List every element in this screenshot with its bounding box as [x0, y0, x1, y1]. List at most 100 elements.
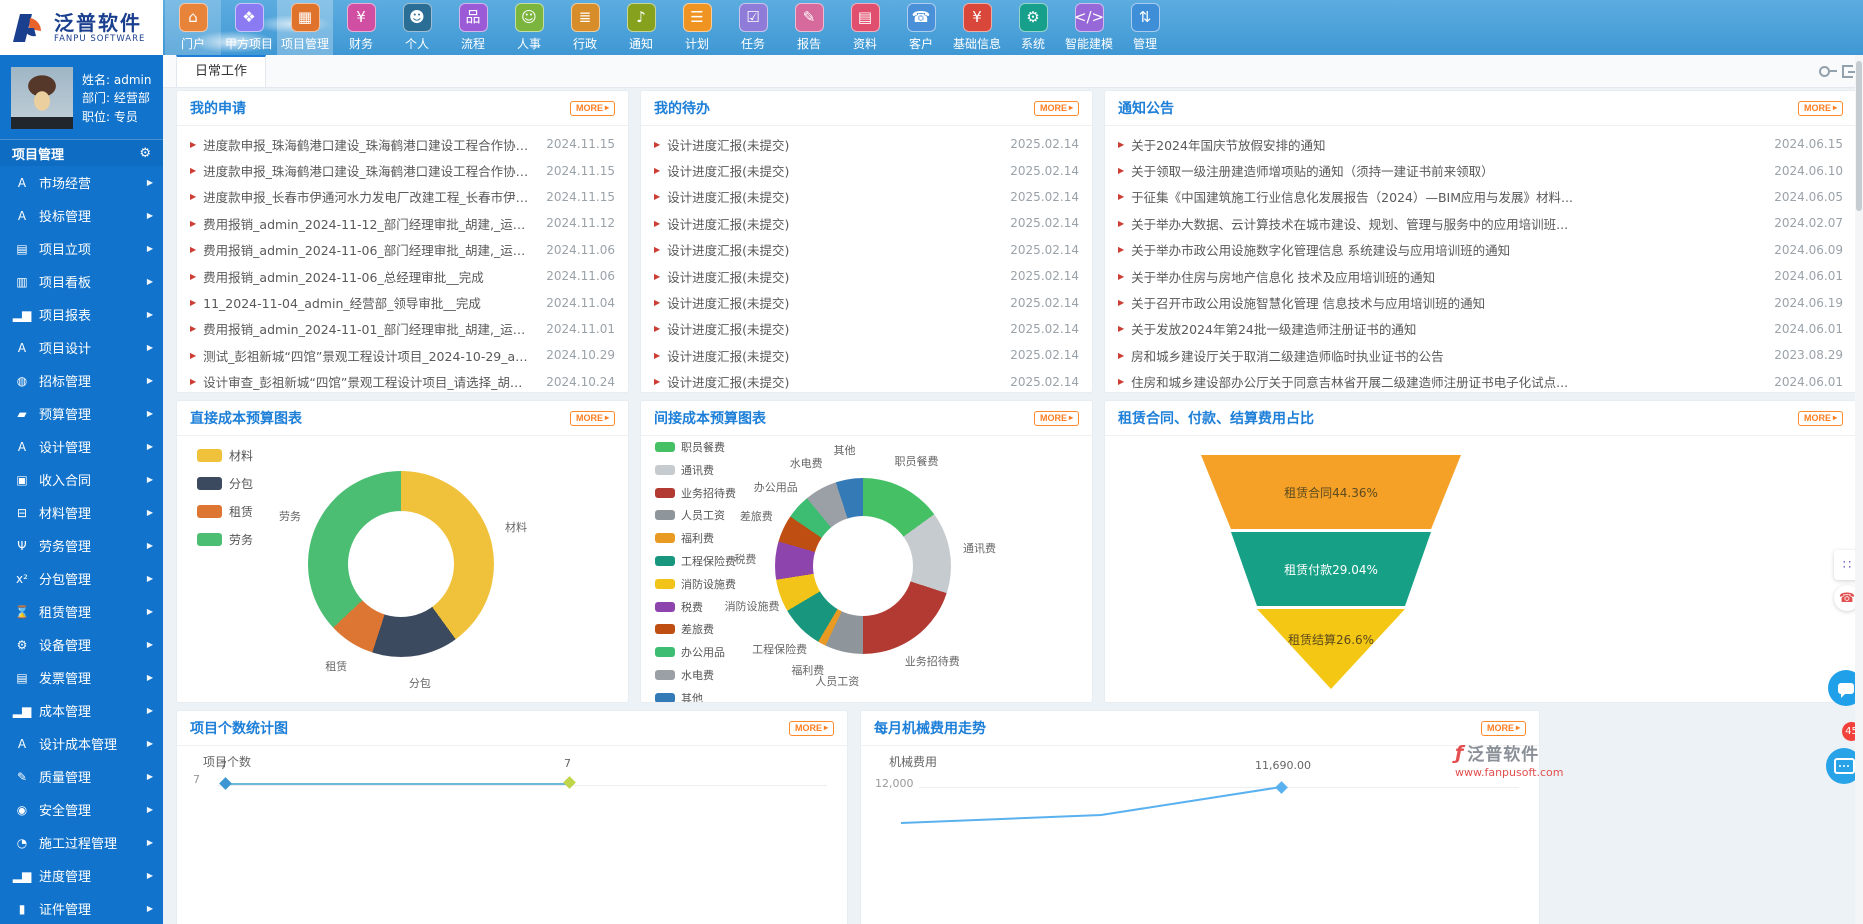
legend-item[interactable]: 福利费	[655, 530, 736, 546]
top-nav-item[interactable]: ☰ 计划	[669, 0, 725, 55]
sidebar-item[interactable]: ◉ 安全管理 ▶	[0, 793, 163, 826]
scrollbar-thumb[interactable]	[1856, 61, 1862, 211]
more-button[interactable]: MORE	[570, 101, 615, 116]
list-item[interactable]: ▶ 设计进度汇报(未提交) 2025.02.14	[654, 184, 1079, 210]
funnel-stage-payment[interactable]: 租赁付款29.04%	[1231, 532, 1431, 606]
sidebar-item[interactable]: ◔ 施工过程管理 ▶	[0, 826, 163, 859]
list-item[interactable]: ▶ 于征集《中国建筑施工行业信息化发展报告（2024）—BIM应用与发展》材料.…	[1118, 184, 1843, 210]
legend-item[interactable]: 差旅费	[655, 621, 736, 637]
project-count-line-chart[interactable]: 项目个数 7 7 7	[177, 745, 847, 924]
top-nav-item[interactable]: ¥ 财务	[333, 0, 389, 55]
list-item[interactable]: ▶ 关于发放2024年第24批一级建造师注册证书的通知 2024.06.01	[1118, 316, 1843, 342]
sidebar-item[interactable]: ▤ 项目立项 ▶	[0, 232, 163, 265]
sidebar-item[interactable]: ▂▆ 成本管理 ▶	[0, 694, 163, 727]
more-button[interactable]: MORE	[789, 721, 834, 736]
top-nav-item[interactable]: ☺ 人事	[501, 0, 557, 55]
top-nav-item[interactable]: ⇅ 管理	[1117, 0, 1173, 55]
top-nav-item[interactable]: ▤ 资料	[837, 0, 893, 55]
sidebar-module-header[interactable]: 项目管理 ⚙	[0, 139, 163, 166]
list-item[interactable]: ▶ 设计进度汇报(未提交) 2025.02.14	[654, 316, 1079, 342]
top-nav-item[interactable]: ♪ 通知	[613, 0, 669, 55]
top-nav-item[interactable]: ❖ 甲方项目	[221, 0, 277, 55]
legend-item[interactable]: 消防设施费	[655, 576, 736, 592]
legend-item[interactable]: 租赁	[197, 503, 253, 520]
top-nav-item[interactable]: ☎ 客户	[893, 0, 949, 55]
exit-icon[interactable]	[1842, 65, 1853, 78]
machinery-cost-line-chart[interactable]: 机械费用 12,000 11,690.00	[861, 745, 1539, 924]
app-logo[interactable]: 泛普软件 FANPU SOFTWARE	[0, 0, 163, 55]
legend-item[interactable]: 业务招待费	[655, 485, 736, 501]
list-item[interactable]: ▶ 设计审查_彭祖新城“四馆”景观工程设计项目_请选择_胡广生_2024-10-…	[190, 369, 615, 393]
page-scrollbar[interactable]	[1855, 55, 1863, 924]
sidebar-item[interactable]: ▤ 发票管理 ▶	[0, 661, 163, 694]
more-button[interactable]: MORE	[570, 411, 615, 426]
more-button[interactable]: MORE	[1034, 411, 1079, 426]
list-item[interactable]: ▶ 费用报销_admin_2024-11-01_部门经理审批_胡建,_运行中 2…	[190, 316, 615, 342]
list-item[interactable]: ▶ 关于举办市政公用设施数字化管理信息 系统建设与应用培训班的通知 2024.0…	[1118, 237, 1843, 263]
top-nav-item[interactable]: ¥ 基础信息	[949, 0, 1005, 55]
sidebar-item[interactable]: A 设计管理 ▶	[0, 430, 163, 463]
more-button[interactable]: MORE	[1798, 101, 1843, 116]
key-icon[interactable]	[1819, 66, 1830, 77]
fanpu-watermark[interactable]: ƒ 泛普软件 www.fanpusoft.com	[1455, 740, 1563, 779]
data-point-marker[interactable]	[563, 776, 576, 789]
list-item[interactable]: ▶ 关于举办大数据、云计算技术在城市建设、规划、管理与服务中的应用培训班... …	[1118, 210, 1843, 236]
list-item[interactable]: ▶ 房和城乡建设厅关于取消二级建造师临时执业证书的公告 2023.08.29	[1118, 342, 1843, 368]
legend-item[interactable]: 分包	[197, 475, 253, 492]
top-nav-item[interactable]: ≣ 行政	[557, 0, 613, 55]
list-item[interactable]: ▶ 费用报销_admin_2024-11-06_总经理审批__完成 2024.1…	[190, 263, 615, 289]
sidebar-item[interactable]: ✎ 质量管理 ▶	[0, 760, 163, 793]
sidebar-item[interactable]: A 投标管理 ▶	[0, 199, 163, 232]
more-button[interactable]: MORE	[1034, 101, 1079, 116]
top-nav-item[interactable]: ▦ 项目管理	[277, 0, 333, 55]
list-item[interactable]: ▶ 设计进度汇报(未提交) 2025.02.14	[654, 237, 1079, 263]
legend-item[interactable]: 办公用品	[655, 644, 736, 660]
legend-item[interactable]: 材料	[197, 447, 253, 464]
indirect-cost-donut-chart[interactable]	[775, 478, 951, 654]
list-item[interactable]: ▶ 设计进度汇报(未提交) 2025.02.14	[654, 263, 1079, 289]
sidebar-item[interactable]: ⚙ 设备管理 ▶	[0, 628, 163, 661]
sidebar-item[interactable]: A 项目设计 ▶	[0, 331, 163, 364]
sidebar-item[interactable]: ⌛ 租赁管理 ▶	[0, 595, 163, 628]
legend-item[interactable]: 职员餐费	[655, 439, 736, 455]
sidebar-item[interactable]: x² 分包管理 ▶	[0, 562, 163, 595]
top-nav-item[interactable]: ☻ 个人	[389, 0, 445, 55]
list-item[interactable]: ▶ 关于领取一级注册建造师增项贴的通知（须持一建证书前来领取） 2024.06.…	[1118, 157, 1843, 183]
list-item[interactable]: ▶ 进度款申报_珠海鹤港口建设_珠海鹤港口建设工程合作协议书_admin_...…	[190, 131, 615, 157]
user-avatar[interactable]	[11, 67, 73, 129]
legend-item[interactable]: 人员工资	[655, 507, 736, 523]
direct-cost-donut-chart[interactable]	[308, 471, 494, 657]
list-item[interactable]: ▶ 关于召开市政公用设施智慧化管理 信息技术与应用培训班的通知 2024.06.…	[1118, 289, 1843, 315]
list-item[interactable]: ▶ 进度款申报_珠海鹤港口建设_珠海鹤港口建设工程合作协议书_admin_...…	[190, 157, 615, 183]
top-nav-item[interactable]: ⌂ 门户	[165, 0, 221, 55]
legend-item[interactable]: 水电费	[655, 667, 736, 683]
legend-item[interactable]: 其他	[655, 690, 736, 703]
list-item[interactable]: ▶ 设计进度汇报(未提交) 2025.02.14	[654, 369, 1079, 393]
list-item[interactable]: ▶ 费用报销_admin_2024-11-06_部门经理审批_胡建,_运行中 2…	[190, 237, 615, 263]
sidebar-item[interactable]: A 设计成本管理 ▶	[0, 727, 163, 760]
sidebar-item[interactable]: ▰ 预算管理 ▶	[0, 397, 163, 430]
list-item[interactable]: ▶ 关于2024年国庆节放假安排的通知 2024.06.15	[1118, 131, 1843, 157]
sidebar-item[interactable]: ◍ 招标管理 ▶	[0, 364, 163, 397]
more-button[interactable]: MORE	[1798, 411, 1843, 426]
sidebar-item[interactable]: ▮ 证件管理 ▶	[0, 892, 163, 924]
sidebar-item[interactable]: Ψ 劳务管理 ▶	[0, 529, 163, 562]
sidebar-item[interactable]: ▂▆ 进度管理 ▶	[0, 859, 163, 892]
more-button[interactable]: MORE	[1481, 721, 1526, 736]
sidebar-item[interactable]: ▣ 收入合同 ▶	[0, 463, 163, 496]
top-nav-item[interactable]: </> 智能建模	[1061, 0, 1117, 55]
data-point-marker[interactable]	[219, 777, 232, 790]
sidebar-item[interactable]: ▥ 项目看板 ▶	[0, 265, 163, 298]
sidebar-item[interactable]: A 市场经营 ▶	[0, 166, 163, 199]
list-item[interactable]: ▶ 11_2024-11-04_admin_经营部_领导审批__完成 2024.…	[190, 289, 615, 315]
legend-item[interactable]: 工程保险费	[655, 553, 736, 569]
top-nav-item[interactable]: 品 流程	[445, 0, 501, 55]
legend-item[interactable]: 劳务	[197, 531, 253, 548]
list-item[interactable]: ▶ 设计进度汇报(未提交) 2025.02.14	[654, 157, 1079, 183]
funnel-stage-settlement[interactable]: 租赁结算26.6%	[1257, 609, 1405, 689]
list-item[interactable]: ▶ 设计进度汇报(未提交) 2025.02.14	[654, 210, 1079, 236]
list-item[interactable]: ▶ 设计进度汇报(未提交) 2025.02.14	[654, 131, 1079, 157]
legend-item[interactable]: 税费	[655, 599, 736, 615]
gear-icon[interactable]: ⚙	[139, 146, 151, 161]
top-nav-item[interactable]: ☑ 任务	[725, 0, 781, 55]
